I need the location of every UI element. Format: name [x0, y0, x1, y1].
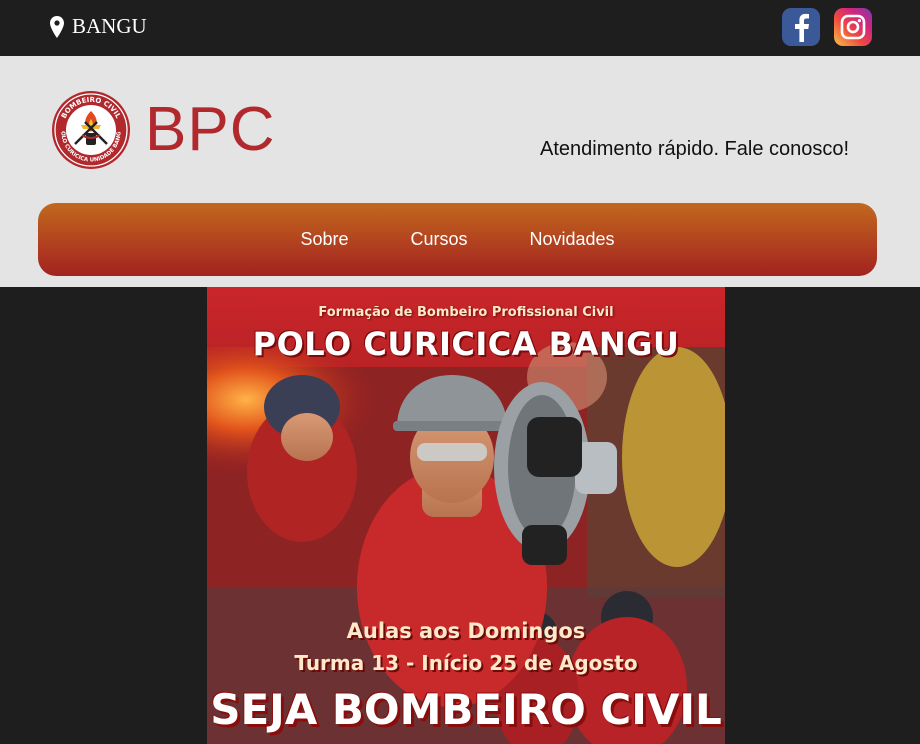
site-header: BOMBEIRO CIVIL POLO CURICICA UNIDADE BAN…	[0, 56, 920, 287]
location-label: BANGU	[72, 14, 147, 38]
location: BANGU	[50, 14, 147, 39]
banner-title: POLO CURICICA BANGU	[252, 325, 680, 363]
facebook-icon	[795, 13, 809, 42]
banner-cta: SEJA BOMBEIRO CIVIL	[210, 685, 722, 734]
instagram-icon	[840, 14, 866, 40]
banner-schedule: Aulas aos Domingos	[346, 619, 586, 643]
banner-kicker: Formação de Bombeiro Profissional Civil	[318, 305, 614, 320]
promo-banner: Formação de Bombeiro Profissional Civil …	[207, 287, 725, 744]
facebook-link[interactable]	[782, 8, 820, 46]
nav-item-novidades[interactable]: Novidades	[530, 229, 615, 250]
instagram-link[interactable]	[834, 8, 872, 46]
tagline: Atendimento rápido. Fale conosco!	[540, 138, 850, 160]
brand-title[interactable]: BPC	[145, 94, 275, 165]
nav-item-sobre[interactable]: Sobre	[300, 229, 348, 250]
main-nav: Sobre Cursos Novidades	[38, 203, 877, 276]
banner-class-start: Turma 13 - Início 25 de Agosto	[294, 651, 638, 675]
bpc-logo[interactable]: BOMBEIRO CIVIL POLO CURICICA UNIDADE BAN…	[51, 90, 131, 170]
nav-item-cursos[interactable]: Cursos	[410, 229, 467, 250]
map-pin-icon	[50, 15, 64, 38]
top-bar: BANGU	[0, 0, 920, 56]
